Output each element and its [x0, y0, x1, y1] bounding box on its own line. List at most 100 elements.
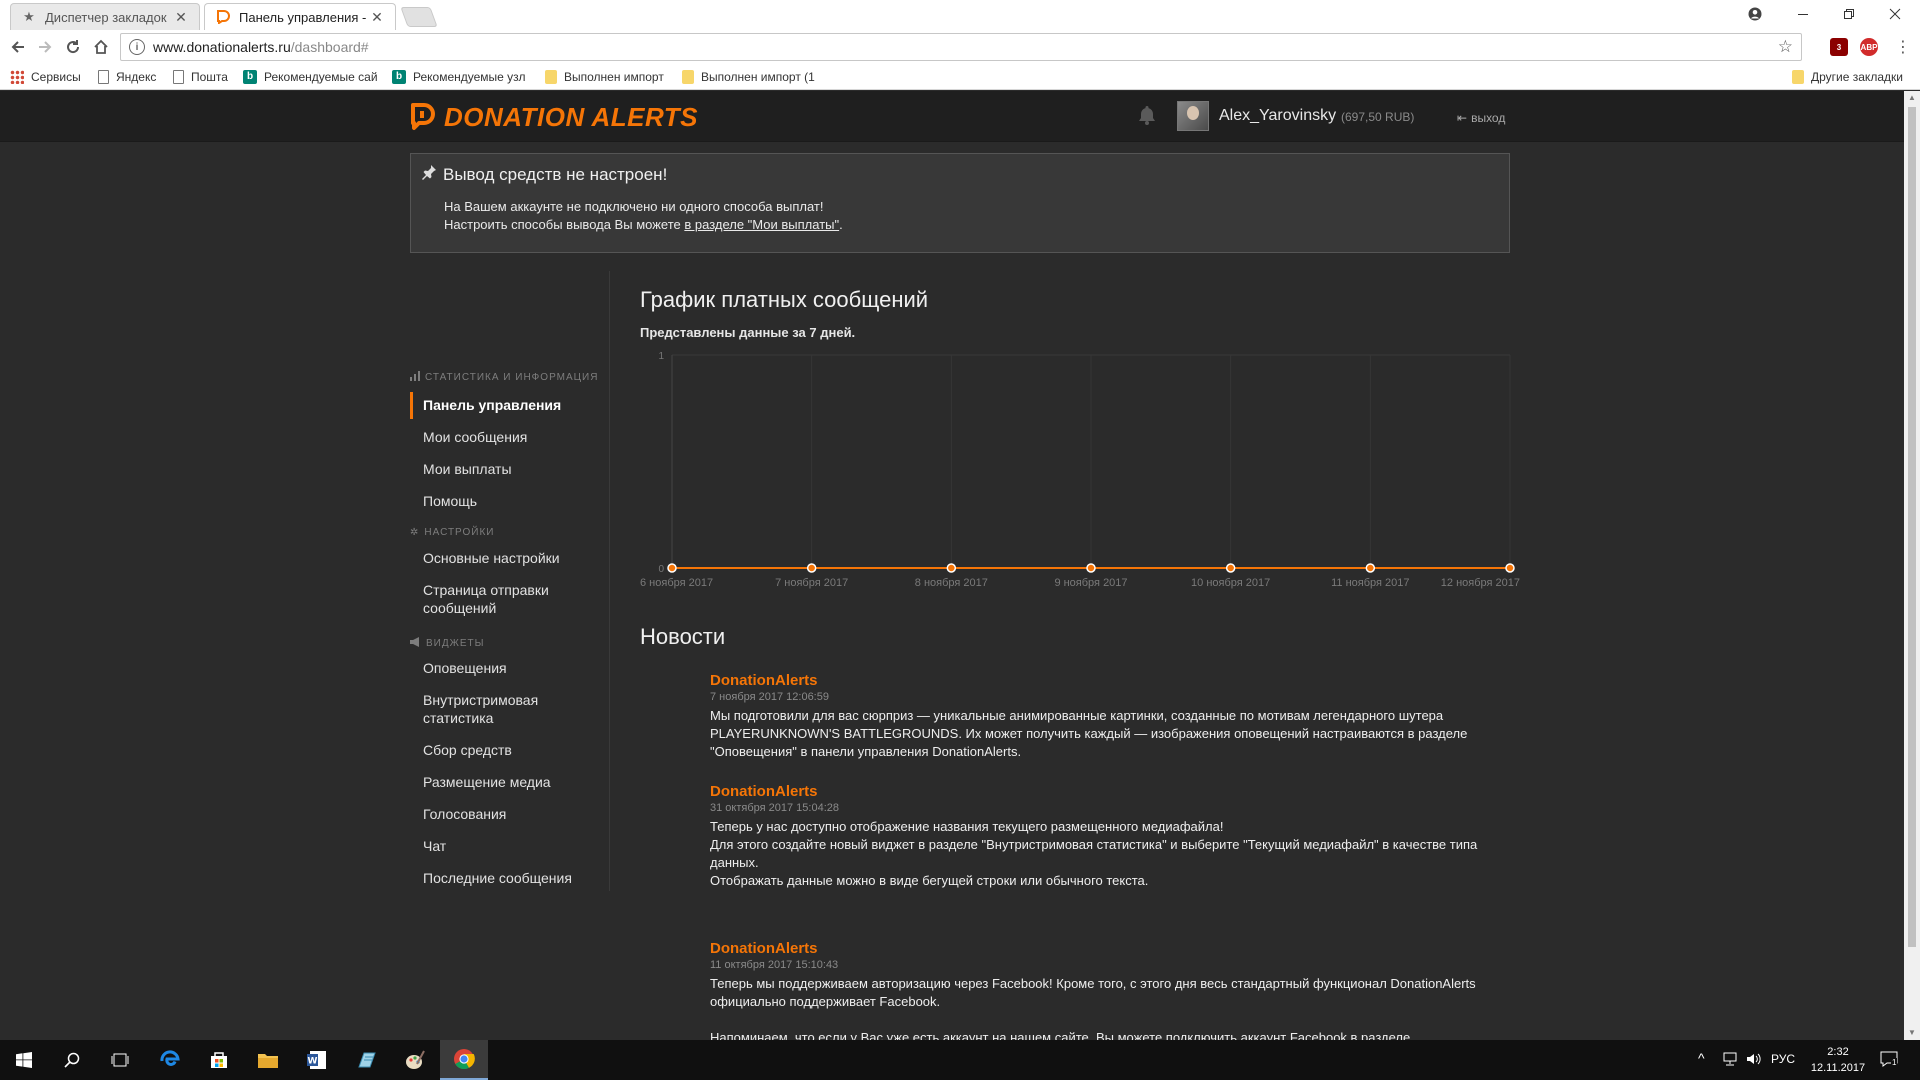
bar-chart-icon: [410, 371, 420, 384]
address-bar[interactable]: i www.donationalerts.ru/dashboard# ☆: [120, 33, 1802, 61]
paid-messages-chart: 0 1 6 ноября 2017 7 ноября 2017 8 ноября 201…: [640, 351, 1520, 589]
news-paragraph: Для этого создайте новый виджет в раздел…: [710, 837, 1478, 870]
section-stats-heading: СТАТИСТИКА И ИНФОРМАЦИЯ: [410, 371, 598, 384]
file-explorer-icon[interactable]: [244, 1040, 292, 1080]
alert-title: Вывод средств не настроен!: [421, 164, 667, 185]
bookmark-label: Яндекс: [116, 70, 157, 84]
language-indicator[interactable]: РУС: [1771, 1052, 1795, 1066]
apps-grid-icon: [10, 70, 24, 84]
bookmark-import-1[interactable]: Выполнен импорт: [545, 68, 664, 86]
bing-icon: b: [392, 70, 406, 84]
paint-icon[interactable]: [391, 1040, 439, 1080]
page-viewport: DONATION ALERTS Alex_Yarovinsky (697,50 …: [0, 91, 1904, 1040]
my-payouts-link[interactable]: в разделе "Мои выплаты": [684, 217, 839, 232]
tab-bookmark-manager[interactable]: ★ Диспетчер закладок ✕: [10, 3, 200, 30]
bookmark-yandex[interactable]: Яндекс: [98, 68, 156, 86]
edge-icon[interactable]: [146, 1040, 194, 1080]
x-tick-label: 10 ноября 2017: [1191, 577, 1270, 589]
tab-label: Диспетчер закладок: [45, 9, 167, 25]
news-author[interactable]: DonationAlerts: [710, 672, 1500, 689]
bookmark-label: Выполнен импорт: [564, 70, 664, 84]
home-button[interactable]: [88, 34, 114, 60]
reload-button[interactable]: [60, 34, 86, 60]
bookmark-apps[interactable]: Сервисы: [10, 68, 81, 86]
news-author[interactable]: DonationAlerts: [710, 783, 1500, 800]
data-point: [806, 563, 817, 573]
bookmark-import-2[interactable]: Выполнен импорт (1: [682, 68, 815, 86]
sidebar-item-media[interactable]: Размещение медиа: [410, 773, 608, 791]
clock[interactable]: 2:32 12.11.2017: [1808, 1044, 1868, 1076]
news-paragraph: Мы подготовили для вас сюрприз — уникаль…: [710, 708, 1468, 759]
minimize-icon[interactable]: [1780, 0, 1826, 28]
windows-taskbar: W ^ РУС 2:32 12.11.2017 1: [0, 1040, 1920, 1080]
notification-count: 1: [1891, 1058, 1898, 1067]
tab-dashboard[interactable]: Панель управления - Do ✕: [204, 3, 396, 30]
forward-button[interactable]: [32, 34, 58, 60]
bookmark-recommended-1[interactable]: b Рекомендуемые сай: [243, 68, 378, 86]
search-icon[interactable]: [48, 1040, 96, 1080]
browser-tab-bar: ★ Диспетчер закладок ✕ Панель управления…: [0, 0, 1920, 30]
info-icon[interactable]: i: [129, 39, 145, 55]
news-date: 7 ноября 2017 12:06:59: [710, 691, 829, 703]
scroll-up-icon[interactable]: ▲: [1904, 91, 1920, 105]
ublock-icon[interactable]: 3: [1830, 38, 1848, 56]
sidebar-item-stream-stats[interactable]: Внутристримовая статистика: [410, 691, 560, 727]
sidebar-item-my-messages[interactable]: Мои сообщения: [410, 428, 608, 446]
chart-title: График платных сообщений: [640, 287, 929, 312]
profile-icon[interactable]: [1732, 0, 1778, 28]
new-tab-button[interactable]: [400, 7, 438, 27]
news-author[interactable]: DonationAlerts: [710, 940, 1500, 957]
scroll-down-icon[interactable]: ▼: [1904, 1026, 1920, 1040]
bookmark-poshta[interactable]: Пошта: [173, 68, 228, 86]
bookmarks-bar: Сервисы Яндекс Пошта b Рекомендуемые сай …: [0, 64, 1920, 90]
logout-label: выход: [1471, 111, 1506, 125]
bell-icon[interactable]: [1138, 105, 1156, 125]
tab-close-icon[interactable]: ✕: [369, 9, 385, 26]
avatar[interactable]: [1177, 101, 1209, 131]
bookmark-other[interactable]: Другие закладки: [1792, 68, 1903, 86]
windows-start-icon[interactable]: [0, 1040, 48, 1080]
bookmark-label: Другие закладки: [1811, 70, 1903, 84]
notepad-icon[interactable]: [342, 1040, 390, 1080]
back-button[interactable]: [5, 34, 31, 60]
bookmark-star-icon[interactable]: ☆: [1778, 37, 1793, 57]
scrollbar-thumb[interactable]: [1908, 107, 1916, 947]
sidebar-item-alerts[interactable]: Оповещения: [410, 659, 608, 677]
tab-close-icon[interactable]: ✕: [173, 9, 189, 26]
word-icon[interactable]: W: [293, 1040, 341, 1080]
adblock-icon[interactable]: ABP: [1860, 38, 1878, 56]
user-name[interactable]: Alex_Yarovinsky: [1219, 107, 1336, 125]
site-logo[interactable]: DONATION ALERTS: [410, 101, 698, 133]
store-icon[interactable]: [195, 1040, 243, 1080]
network-icon[interactable]: [1722, 1052, 1738, 1069]
sidebar-item-main-settings[interactable]: Основные настройки: [410, 549, 608, 567]
tray-chevron-icon[interactable]: ^: [1698, 1050, 1705, 1066]
url-host: www.donationalerts.ru: [153, 39, 291, 55]
task-view-icon[interactable]: [96, 1040, 144, 1080]
sidebar-item-help[interactable]: Помощь: [410, 492, 608, 510]
notification-center-icon[interactable]: 1: [1880, 1051, 1898, 1070]
menu-icon[interactable]: ⋮: [1890, 34, 1916, 60]
page-scrollbar[interactable]: ▲ ▼: [1904, 91, 1920, 1040]
sidebar-item-my-payouts[interactable]: Мои выплаты: [410, 460, 608, 478]
sidebar-item-polls[interactable]: Голосования: [410, 805, 608, 823]
sidebar-item-chat[interactable]: Чат: [410, 837, 608, 855]
page-icon: [173, 70, 184, 84]
sidebar-item-donation-page[interactable]: Страница отправки сообщений: [410, 581, 560, 617]
sidebar-item-fundraising[interactable]: Сбор средств: [410, 741, 608, 759]
megaphone-icon: [410, 637, 421, 650]
bookmark-recommended-2[interactable]: b Рекомендуемые узл: [392, 68, 526, 86]
logout-button[interactable]: ⇤ выход: [1457, 111, 1505, 125]
chrome-icon[interactable]: [440, 1040, 488, 1080]
close-window-icon[interactable]: [1872, 0, 1918, 28]
sidebar-item-dashboard[interactable]: Панель управления: [410, 392, 608, 419]
alert-line-2-suffix: .: [839, 217, 843, 232]
y-tick-label: 0: [658, 564, 664, 575]
star-icon: ★: [23, 9, 35, 24]
bookmark-label: Сервисы: [31, 70, 81, 84]
news-paragraph: Теперь мы поддерживаем авторизацию через…: [710, 976, 1476, 1009]
sidebar-item-last-messages[interactable]: Последние сообщения: [410, 869, 608, 887]
volume-icon[interactable]: [1746, 1052, 1762, 1069]
restore-icon[interactable]: [1826, 0, 1872, 28]
x-tick-label: 8 ноября 2017: [915, 577, 988, 589]
